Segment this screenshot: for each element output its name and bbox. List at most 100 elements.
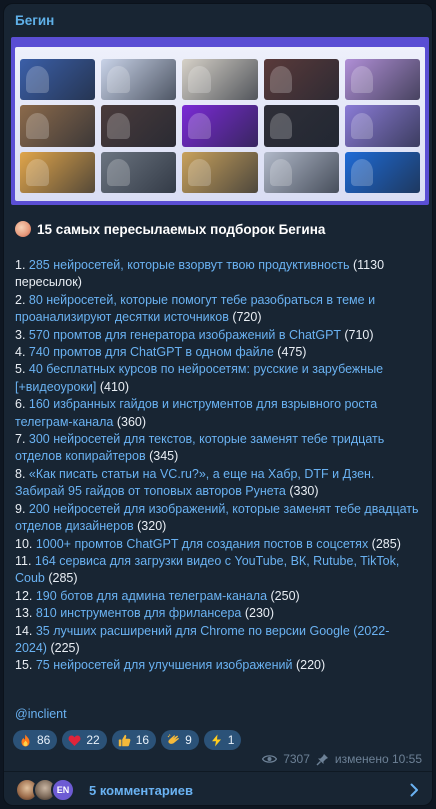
pin-icon	[316, 753, 328, 765]
list-item-count: (220)	[292, 658, 326, 673]
reaction-count: 22	[86, 733, 100, 747]
thumbnail-image	[101, 151, 177, 193]
post-meta: 7307 изменено 10:55	[262, 752, 422, 766]
edited-time: изменено 10:55	[334, 752, 422, 766]
thumbnail-image	[344, 59, 420, 101]
list-item-link[interactable]: 40 бесплатных курсов по нейросетям: русс…	[15, 362, 383, 393]
list-item-number: 3.	[15, 327, 29, 342]
thumbnail-image	[182, 59, 258, 101]
collage-background	[15, 47, 425, 201]
chevron-right-icon[interactable]	[410, 783, 419, 797]
list-item-link[interactable]: 1000+ промтов ChatGPT для создания посто…	[36, 537, 368, 551]
reaction-lightning-button[interactable]: 1	[203, 730, 242, 750]
heart-icon	[68, 734, 81, 747]
channel-handle-link[interactable]: @inclient	[15, 707, 67, 721]
list-item: 3. 570 промтов для генератора изображени…	[15, 327, 420, 344]
list-item-count: (320)	[133, 519, 167, 534]
list-item-number: 15.	[15, 658, 36, 673]
list-item-number: 6.	[15, 397, 29, 412]
list-item: 11. 164 сервиса для загрузки видео с You…	[15, 553, 420, 588]
list-item-number: 11.	[15, 553, 35, 568]
avatar: EN	[51, 778, 75, 802]
thumbnail-image	[101, 105, 177, 147]
list-item-count: (285)	[368, 536, 401, 551]
list-item-count: (230)	[241, 606, 275, 621]
list-item-link[interactable]: 810 инструментов для фрилансера	[36, 606, 242, 620]
list-item: 7. 300 нейросетей для текстов, которые з…	[15, 431, 420, 466]
list-item: 13. 810 инструментов для фрилансера (230…	[15, 605, 420, 622]
list-item-number: 4.	[15, 345, 29, 360]
fire-icon	[19, 734, 32, 747]
list-item-number: 12.	[15, 588, 36, 603]
commenter-avatars: EN	[15, 778, 85, 802]
list-item-count: (345)	[145, 449, 179, 464]
channel-name[interactable]: Бегин	[15, 13, 54, 28]
thumbnail-image	[20, 105, 96, 147]
reaction-count: 1	[227, 733, 235, 747]
list-item: 12. 190 ботов для админа телеграм-канала…	[15, 588, 420, 605]
list-item-link[interactable]: 570 промтов для генератора изображений в…	[29, 328, 341, 342]
post-title: 15 самых пересылаемых подборок Бегина	[15, 221, 325, 237]
thumbnail-image	[344, 105, 420, 147]
forwarded-list: 1. 285 нейросетей, которые взорвут твою …	[15, 257, 420, 675]
list-item-number: 2.	[15, 292, 29, 307]
face-emoji-icon	[15, 221, 31, 237]
list-item: 1. 285 нейросетей, которые взорвут твою …	[15, 257, 420, 292]
list-item-count: (360)	[113, 414, 147, 429]
reactions-bar: 86 22 16 9 1	[13, 730, 242, 750]
reaction-thumbs-up-button[interactable]: 16	[111, 730, 157, 750]
list-item-number: 9.	[15, 501, 29, 516]
list-item: 5. 40 бесплатных курсов по нейросетям: р…	[15, 361, 420, 396]
list-item: 14. 35 лучших расширений для Chrome по в…	[15, 623, 420, 658]
thumbnail-image	[263, 59, 339, 101]
thumbs-up-icon	[118, 734, 131, 747]
list-item: 6. 160 избранных гайдов и инструментов д…	[15, 396, 420, 431]
channel-post: Бегин 15 самых пересылаемых подборок Бег…	[3, 3, 433, 806]
thumbnail-image	[344, 151, 420, 193]
list-item-number: 8.	[15, 466, 29, 481]
list-item-number: 5.	[15, 362, 29, 377]
list-item-link[interactable]: 740 промтов для ChatGPT в одном файле	[29, 345, 274, 359]
list-item: 4. 740 промтов для ChatGPT в одном файле…	[15, 344, 420, 361]
list-item: 2. 80 нейросетей, которые помогут тебе р…	[15, 292, 420, 327]
post-image[interactable]	[11, 37, 429, 205]
list-item-number: 10.	[15, 536, 36, 551]
list-item-link[interactable]: 200 нейросетей для изображений, которые …	[15, 502, 419, 533]
list-item-count: (285)	[44, 571, 78, 586]
lightning-icon	[210, 734, 223, 747]
list-item-link[interactable]: 75 нейросетей для улучшения изображений	[36, 658, 293, 672]
thumbnail-image	[263, 105, 339, 147]
list-item-count: (710)	[340, 327, 374, 342]
thumbnail-image	[263, 151, 339, 193]
comments-label[interactable]: 5 комментариев	[89, 783, 193, 798]
reaction-count: 86	[37, 733, 51, 747]
list-item-count: (250)	[267, 588, 300, 603]
list-item-link[interactable]: 190 ботов для админа телеграм-канала	[36, 589, 267, 603]
list-item-link[interactable]: 160 избранных гайдов и инструментов для …	[15, 397, 377, 428]
reaction-clap-button[interactable]: 9	[161, 730, 199, 750]
thumbnail-image	[20, 151, 96, 193]
list-item-count: (225)	[46, 640, 80, 655]
list-item-count: (330)	[285, 484, 319, 499]
list-item-link[interactable]: «Как писать статьи на VC.ru?», а еще на …	[15, 467, 374, 498]
list-item-link[interactable]: 80 нейросетей, которые помогут тебе разо…	[15, 293, 375, 324]
list-item-number: 13.	[15, 606, 36, 621]
list-item-number: 14.	[15, 623, 36, 638]
list-item-count: (475)	[273, 345, 307, 360]
clap-icon	[167, 733, 180, 747]
list-item-link[interactable]: 285 нейросетей, которые взорвут твою про…	[29, 258, 350, 272]
list-item-number: 1.	[15, 258, 29, 272]
reaction-fire-button[interactable]: 86	[13, 730, 58, 750]
list-item: 10. 1000+ промтов ChatGPT для создания п…	[15, 536, 420, 553]
comments-button[interactable]: EN 5 комментариев	[4, 772, 432, 805]
reaction-heart-button[interactable]: 22	[62, 730, 107, 750]
list-item: 8. «Как писать статьи на VC.ru?», а еще …	[15, 466, 420, 501]
thumbnail-image	[20, 59, 96, 101]
list-item-count: (410)	[96, 379, 130, 394]
thumbnail-image	[182, 105, 258, 147]
views-eye-icon	[262, 755, 278, 763]
views-count: 7307	[283, 752, 310, 766]
post-title-text: 15 самых пересылаемых подборок Бегина	[37, 221, 326, 237]
list-item: 15. 75 нейросетей для улучшения изображе…	[15, 657, 420, 674]
list-item-link[interactable]: 300 нейросетей для текстов, которые заме…	[15, 432, 384, 463]
